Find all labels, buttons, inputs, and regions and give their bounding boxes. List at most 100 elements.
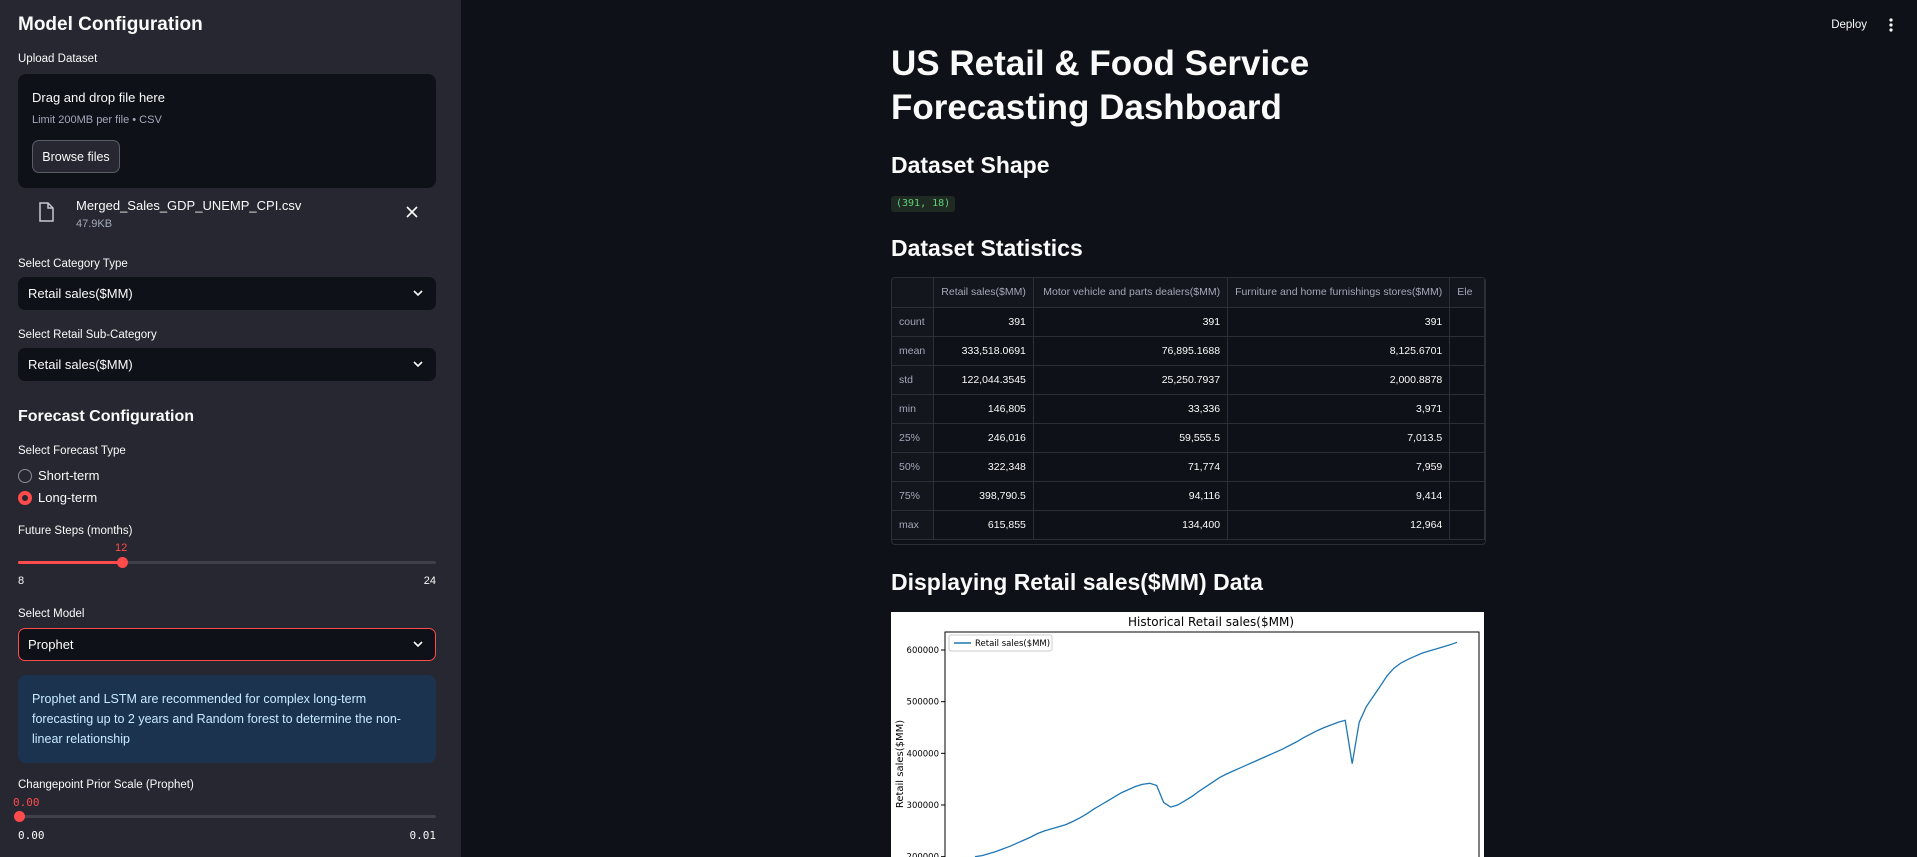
uploaded-file-name: Merged_Sales_GDP_UNEMP_CPI.csv: [76, 198, 302, 213]
table-row-label: 25%: [892, 423, 935, 453]
radio-long-term-label[interactable]: Long-term: [38, 490, 97, 505]
table-column-header[interactable]: Motor vehicle and parts dealers($MM): [1033, 278, 1229, 308]
table-row-label: min: [892, 394, 935, 424]
table-row: count 391 391 391: [892, 307, 1485, 337]
table-column-header[interactable]: Furniture and home furnishings stores($M…: [1227, 278, 1451, 308]
table-cell: [1449, 510, 1485, 540]
steps-min: 8: [18, 575, 25, 587]
steps-value: 12: [115, 542, 128, 554]
chart-y-tick-label: 300000: [907, 801, 939, 811]
shape-value: (391, 18): [891, 196, 956, 212]
table-row-label: 50%: [892, 452, 935, 482]
table-row: max 615,855 134,400 12,964: [892, 510, 1485, 540]
file-dropzone[interactable]: Drag and drop file here Limit 200MB per …: [18, 74, 436, 188]
steps-slider-track[interactable]: [18, 561, 436, 564]
category-select[interactable]: Retail sales($MM): [18, 277, 436, 310]
changepoint-min: 0.00: [18, 829, 45, 842]
table-cell: 9,414: [1227, 481, 1451, 511]
table-cell: 25,250.7937: [1033, 365, 1229, 395]
chevron-down-icon: [413, 641, 423, 648]
table-cell: 7,013.5: [1227, 423, 1451, 453]
table-cell: [1449, 452, 1485, 482]
table-cell: 322,348: [933, 452, 1034, 482]
stats-table[interactable]: Retail sales($MM) Motor vehicle and parts…: [891, 277, 1486, 545]
display-heading: Displaying Retail sales($MM) Data: [891, 569, 1263, 595]
table-cell: [1449, 336, 1485, 366]
close-icon[interactable]: [406, 206, 418, 218]
stats-heading: Dataset Statistics: [891, 235, 1083, 261]
uploaded-file-size: 47.9KB: [76, 218, 113, 230]
subcategory-label: Select Retail Sub-Category: [18, 329, 157, 341]
stats-table-grid: Retail sales($MM) Motor vehicle and parts…: [892, 278, 1485, 540]
chart-y-tick-label: 200000: [907, 853, 939, 857]
table-row-label: 75%: [892, 481, 935, 511]
chart-svg: Historical Retail sales($MM) 200000 30000…: [895, 615, 1480, 857]
table-cell: [1449, 365, 1485, 395]
table-row-label: max: [892, 510, 935, 540]
table-row: min 146,805 33,336 3,971: [892, 394, 1485, 424]
table-row: 25% 246,016 59,555.5 7,013.5: [892, 423, 1485, 453]
table-cell: 7,959: [1227, 452, 1451, 482]
changepoint-slider-thumb[interactable]: [14, 811, 25, 822]
chart-legend-label: Retail sales($MM): [975, 639, 1050, 649]
chart-y-tick-label: 400000: [907, 749, 939, 759]
page-title: US Retail & Food Service Forecasting Das…: [891, 44, 1310, 127]
sidebar-title: Model Configuration: [18, 14, 203, 35]
table-cell: [1449, 394, 1485, 424]
deploy-button[interactable]: Deploy: [1831, 19, 1867, 31]
table-cell: 33,336: [1033, 394, 1229, 424]
chart-y-axis: 200000 300000 400000 500000 600000: [907, 646, 945, 857]
table-cell: 146,805: [933, 394, 1034, 424]
changepoint-label: Changepoint Prior Scale (Prophet): [18, 779, 194, 791]
shape-heading: Dataset Shape: [891, 152, 1050, 178]
chart-title: Historical Retail sales($MM): [1128, 615, 1294, 629]
table-cell: 615,855: [933, 510, 1034, 540]
steps-slider-thumb[interactable]: [117, 557, 128, 568]
table-column-header[interactable]: Retail sales($MM): [933, 278, 1034, 308]
table-header-row: Retail sales($MM) Motor vehicle and parts…: [892, 278, 1485, 308]
upload-label: Upload Dataset: [18, 53, 98, 65]
chevron-down-icon: [413, 361, 423, 368]
sidebar: Model Configuration Upload Dataset Drag …: [0, 0, 461, 857]
model-select[interactable]: Prophet: [18, 628, 436, 661]
changepoint-slider-track[interactable]: [18, 815, 436, 818]
table-cell: 76,895.1688: [1033, 336, 1229, 366]
table-row-label: count: [892, 307, 935, 337]
table-row-label: std: [892, 365, 935, 395]
app-toolbar: Deploy: [1831, 18, 1893, 32]
table-cell: 122,044.3545: [933, 365, 1034, 395]
table-cell: 8,125.6701: [1227, 336, 1451, 366]
forecast-heading: Forecast Configuration: [18, 408, 195, 425]
chart-y-label: Retail sales($MM): [895, 720, 906, 808]
radio-short-term[interactable]: [18, 469, 32, 483]
table-cell: 94,116: [1033, 481, 1229, 511]
table-row-label: mean: [892, 336, 935, 366]
chart-y-tick-label: 600000: [907, 646, 939, 656]
table-cell: [1449, 481, 1485, 511]
table-cell: 71,774: [1033, 452, 1229, 482]
model-label: Select Model: [18, 608, 85, 620]
more-menu-icon[interactable]: [1889, 18, 1893, 32]
table-row: mean 333,518.0691 76,895.1688 8,125.6701: [892, 336, 1485, 366]
table-row: std 122,044.3545 25,250.7937 2,000.8878: [892, 365, 1485, 395]
forecast-type-label: Select Forecast Type: [18, 445, 126, 457]
changepoint-max: 0.01: [409, 829, 437, 842]
browse-files-button[interactable]: Browse files: [32, 140, 120, 173]
table-cell: [1449, 423, 1485, 453]
changepoint-value: 0.00: [13, 796, 40, 809]
category-label: Select Category Type: [18, 258, 128, 270]
steps-label: Future Steps (months): [18, 525, 133, 537]
dropzone-title: Drag and drop file here: [32, 90, 165, 105]
table-cell: 391: [1033, 307, 1229, 337]
category-select-value: Retail sales($MM): [28, 286, 133, 301]
table-cell: 246,016: [933, 423, 1034, 453]
table-column-header[interactable]: Ele: [1449, 278, 1485, 308]
radio-short-term-label[interactable]: Short-term: [38, 468, 99, 483]
table-index-header[interactable]: [892, 278, 935, 308]
dropzone-limit: Limit 200MB per file • CSV: [32, 114, 162, 126]
table-cell: 12,964: [1227, 510, 1451, 540]
radio-long-term[interactable]: [18, 491, 32, 505]
table-cell: 333,518.0691: [933, 336, 1034, 366]
table-cell: 59,555.5: [1033, 423, 1229, 453]
subcategory-select[interactable]: Retail sales($MM): [18, 348, 436, 381]
